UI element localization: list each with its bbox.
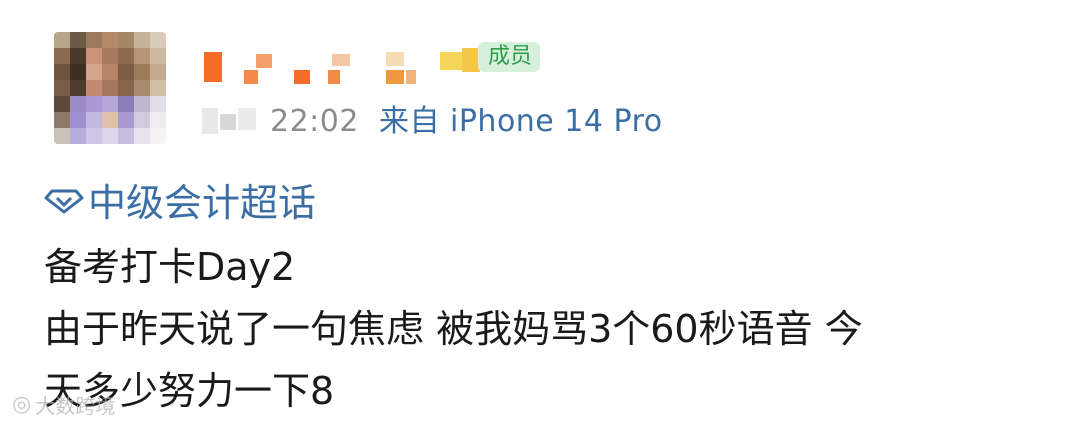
watermark-text: 大数跨境 bbox=[35, 394, 116, 418]
username-pixelated[interactable] bbox=[200, 46, 490, 90]
topic-label: 中级会计超话 bbox=[88, 181, 317, 225]
post-text-line-1: 备考打卡Day2 bbox=[44, 245, 296, 289]
member-badge-label: 成员 bbox=[488, 44, 533, 69]
avatar[interactable] bbox=[54, 32, 166, 144]
watermark: ◎ 大数跨境 bbox=[12, 390, 115, 419]
member-badge: 成员 bbox=[478, 42, 541, 72]
date-pixelated bbox=[202, 104, 260, 134]
weibo-logo-icon: ◎ bbox=[12, 392, 32, 417]
post-text-line-2: 由于昨天说了一句焦虑 被我妈骂3个60秒语音 今 bbox=[44, 307, 863, 351]
diamond-topic-icon bbox=[44, 189, 84, 213]
post-source[interactable]: 来自 iPhone 14 Pro bbox=[379, 104, 663, 139]
topic-link[interactable]: 中级会计超话 bbox=[44, 172, 316, 227]
post-meta: 22:02 来自 iPhone 14 Pro bbox=[270, 96, 663, 140]
post-time: 22:02 bbox=[270, 104, 359, 139]
